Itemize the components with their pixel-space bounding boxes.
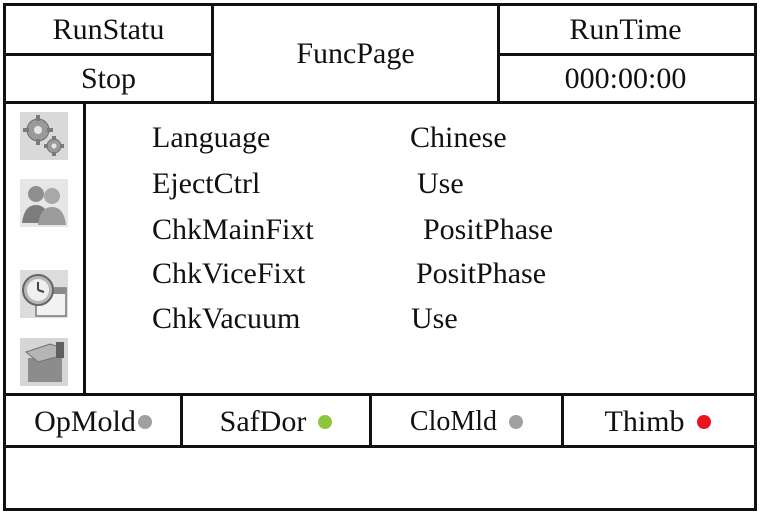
setting-label-chkvacuum: ChkVacuum [152, 302, 301, 335]
setting-value-chkmainfixt[interactable]: PositPhase [423, 212, 553, 248]
status-clomld-label: CloMld [409, 406, 498, 437]
status-safdor: SafDor [183, 398, 369, 446]
status-thimb-label: Thimb [604, 405, 685, 438]
setting-value-chkvicefixt[interactable]: PositPhase [416, 256, 546, 292]
hand-tool-icon[interactable] [20, 338, 68, 386]
setting-label-chkvicefixt: ChkViceFixt [152, 257, 306, 290]
status-thimb-indicator-icon [696, 415, 711, 429]
users-icon[interactable] [20, 179, 68, 227]
status-clomld-indicator-icon [509, 415, 524, 429]
run-time-value: 000:00:00 [564, 61, 687, 95]
run-time-label: RunTime [569, 12, 682, 46]
setting-label-language: Language [152, 121, 271, 154]
setting-label-chkmainfixt: ChkMainFixt [152, 213, 314, 246]
sidebar-divider [83, 104, 86, 395]
setting-value-chkvacuum[interactable]: Use [411, 301, 458, 337]
status-opmold-indicator-icon [137, 415, 152, 429]
message-bar [6, 448, 751, 505]
status-thimb: Thimb [564, 398, 751, 446]
status-safdor-indicator-icon [318, 415, 333, 429]
status-opmold: OpMold [6, 398, 180, 446]
status-opmold-label: OpMold [34, 405, 136, 438]
status-bar-top-border [3, 393, 754, 396]
run-status-value: Stop [80, 61, 137, 95]
clock-calendar-icon[interactable] [20, 270, 68, 318]
header-bottom-border [3, 101, 754, 104]
run-status-label: RunStatu [52, 12, 165, 46]
gear-icon[interactable] [20, 112, 68, 160]
setting-value-ejectctrl[interactable]: Use [417, 166, 464, 202]
page-title: FuncPage [296, 36, 415, 70]
status-clomld: CloMld [372, 398, 561, 446]
setting-value-language[interactable]: Chinese [410, 120, 507, 156]
status-safdor-label: SafDor [219, 405, 307, 438]
setting-label-ejectctrl: EjectCtrl [152, 167, 261, 200]
